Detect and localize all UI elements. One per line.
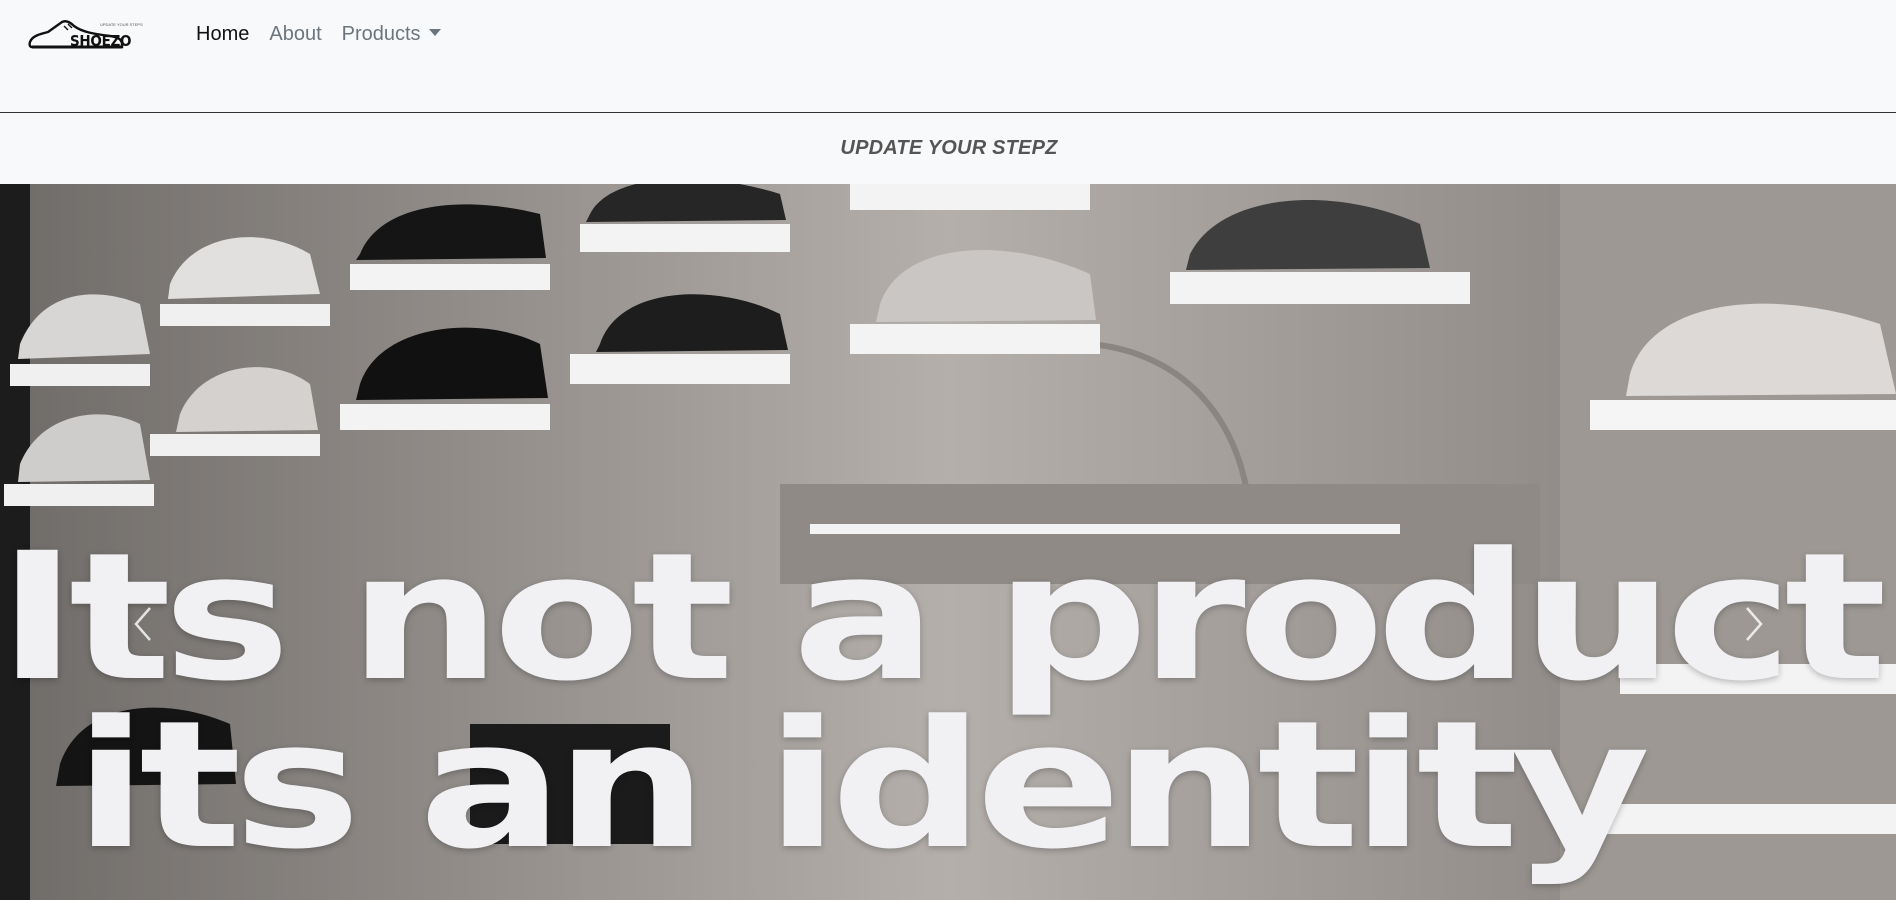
caret-down-icon — [428, 29, 441, 36]
brand-tagline: UPDATE YOUR STEPS — [100, 22, 143, 27]
nav-home[interactable]: Home — [186, 20, 259, 48]
nav-products-label: Products — [341, 23, 421, 45]
nav-about[interactable]: About — [259, 20, 331, 48]
hero-headline-line1: Its not a product — [0, 515, 1887, 720]
tagline-text: UPDATE YOUR STEPZ — [840, 137, 1058, 159]
hero-carousel: Its not a product its an identity — [0, 184, 1896, 900]
hero-caption: Its not a product its an identity — [0, 515, 1896, 888]
nav-products-dropdown[interactable]: Products — [332, 20, 451, 48]
chevron-right-icon — [1746, 607, 1763, 641]
brand-logo[interactable]: UPDATE YOUR STEPS SHOEZO — [28, 14, 152, 54]
hero-headline-line2: its an identity — [74, 683, 1650, 888]
chevron-left-icon — [134, 607, 151, 641]
tagline-bar: UPDATE YOUR STEPZ — [0, 113, 1896, 184]
brand-name: SHOEZO — [70, 32, 132, 50]
main-nav: Home About Products — [186, 20, 451, 48]
navbar: UPDATE YOUR STEPS SHOEZO Home About Prod… — [0, 0, 1896, 113]
carousel-next-button[interactable] — [1735, 594, 1775, 654]
carousel-prev-button[interactable] — [122, 594, 162, 654]
